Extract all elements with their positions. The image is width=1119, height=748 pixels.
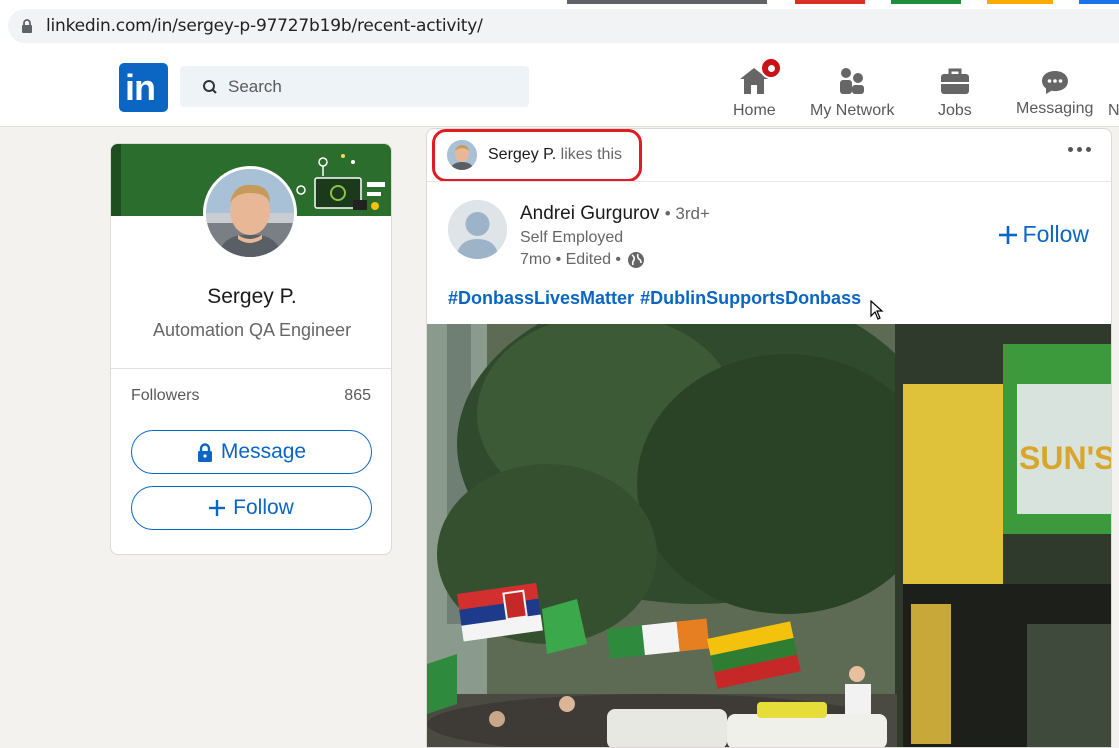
- nav-jobs[interactable]: Jobs: [938, 58, 972, 120]
- liker-text: Sergey P. likes this: [488, 146, 622, 164]
- author-avatar[interactable]: [448, 200, 507, 259]
- profile-follow-button[interactable]: Follow: [131, 486, 372, 530]
- tech-illustration-icon: [296, 154, 385, 210]
- nav-messaging[interactable]: Messaging: [1016, 58, 1093, 120]
- profile-card: Sergey P. Automation QA Engineer Followe…: [110, 143, 392, 555]
- lock-icon: [20, 18, 34, 34]
- messaging-icon: [1040, 58, 1070, 96]
- divider: [427, 181, 1111, 182]
- hashtag-link[interactable]: #DonbassLivesMatter: [448, 288, 634, 308]
- connection-degree: • 3rd+: [664, 204, 710, 223]
- liker-action: likes this: [560, 146, 623, 163]
- plus-icon: [209, 500, 226, 516]
- nav-notifications-label: N: [1108, 102, 1119, 119]
- profile-follow-label: Follow: [233, 496, 294, 519]
- globe-icon: [628, 252, 645, 268]
- svg-text:SUN'SOU: SUN'SOU: [1019, 440, 1112, 476]
- linkedin-logo[interactable]: in: [119, 63, 168, 112]
- liker-avatar[interactable]: [447, 140, 477, 170]
- search-input[interactable]: Search: [180, 66, 529, 107]
- hashtag-link[interactable]: #DublinSupportsDonbass: [640, 288, 861, 308]
- author-headline: Self Employed: [520, 229, 624, 246]
- profile-headline: Automation QA Engineer: [152, 320, 352, 340]
- author-name[interactable]: Andrei Gurgurov • 3rd+: [520, 203, 710, 225]
- tab-strip: [567, 0, 1119, 4]
- feed-post: Sergey P. likes this Andrei Gurgurov • 3…: [426, 128, 1112, 748]
- nav-my-network[interactable]: My Network: [810, 58, 894, 120]
- address-bar[interactable]: linkedin.com/in/sergey-p-97727b19b/recen…: [8, 9, 1119, 43]
- author-follow-button[interactable]: Follow: [998, 221, 1089, 248]
- liker-name[interactable]: Sergey P.: [488, 146, 556, 163]
- nav-home-label: Home: [733, 102, 776, 119]
- author-name-text: Andrei Gurgurov: [520, 203, 660, 224]
- profile-avatar[interactable]: [203, 166, 297, 260]
- nav-jobs-label: Jobs: [938, 102, 972, 119]
- lock-icon: [197, 442, 213, 462]
- followers-count: 865: [344, 387, 371, 404]
- profile-name[interactable]: Sergey P.: [111, 285, 391, 309]
- post-timestamp: 7mo • Edited •: [520, 251, 622, 268]
- search-icon: [203, 79, 217, 94]
- social-activity-header: Sergey P. likes this: [427, 129, 1111, 182]
- message-button[interactable]: Message: [131, 430, 372, 474]
- global-nav: in Search Home My Network Jobs Messaging…: [0, 50, 1119, 127]
- search-placeholder: Search: [228, 76, 282, 96]
- nav-home[interactable]: Home: [733, 57, 783, 120]
- post-hashtags: #DonbassLivesMatter #DublinSupportsDonbas…: [448, 288, 867, 309]
- browser-toolbar: linkedin.com/in/sergey-p-97727b19b/recen…: [0, 0, 1119, 50]
- nav-messaging-label: Messaging: [1016, 100, 1094, 117]
- nav-notifications[interactable]: N: [1108, 58, 1119, 120]
- briefcase-icon: [939, 58, 971, 96]
- post-meta: 7mo • Edited •: [520, 251, 645, 269]
- divider: [111, 368, 391, 369]
- notification-badge: [760, 57, 783, 79]
- network-icon: [836, 58, 868, 96]
- followers-label: Followers: [131, 387, 200, 404]
- author-follow-label: Follow: [1022, 221, 1089, 247]
- plus-icon: [998, 225, 1017, 244]
- home-icon: [738, 57, 783, 96]
- post-image[interactable]: SUN'SOU: [427, 324, 1112, 747]
- nav-network-label: My Network: [810, 102, 895, 119]
- url-text: linkedin.com/in/sergey-p-97727b19b/recen…: [46, 16, 483, 36]
- mouse-cursor-icon: [870, 300, 884, 320]
- message-button-label: Message: [220, 440, 307, 463]
- more-options-icon[interactable]: [1068, 147, 1091, 152]
- logo-text: in: [125, 67, 156, 108]
